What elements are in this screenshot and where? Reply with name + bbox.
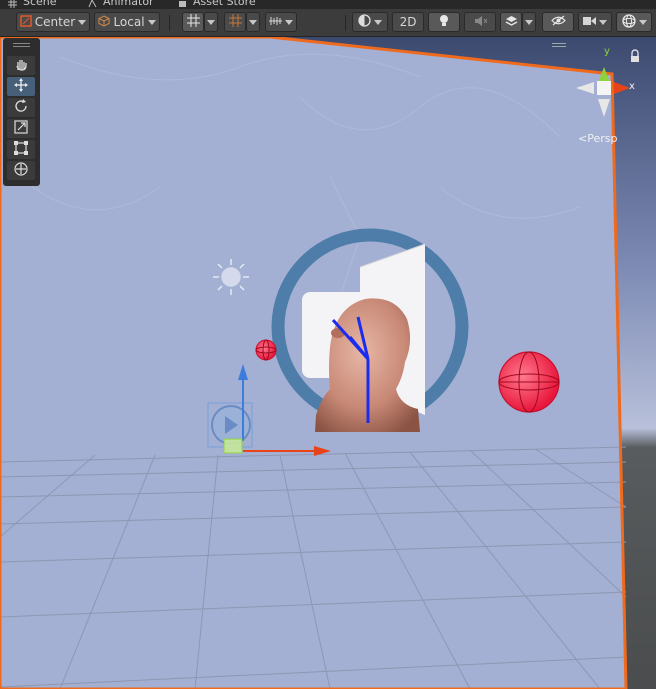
move-icon (14, 77, 28, 96)
effects-layers-icon (505, 15, 518, 30)
rect-tool-button[interactable] (7, 140, 35, 159)
draw-mode-dropdown[interactable] (352, 12, 388, 32)
tab-asset-store[interactable]: Asset Store (178, 0, 256, 8)
grid-snap-icon (186, 14, 200, 30)
directional-light-gizmo (213, 259, 249, 295)
rect-transform-icon (14, 140, 28, 159)
speaker-muted-icon (474, 15, 487, 30)
chevron-down-icon (525, 19, 533, 25)
chevron-down-icon (78, 19, 87, 25)
small-sphere-collider (255, 339, 277, 361)
pivot-icon (20, 14, 32, 30)
scene-viewport[interactable]: y x <Persp (0, 37, 656, 689)
tab-scene-label: Scene (23, 0, 57, 8)
effects-toggle[interactable] (500, 12, 522, 32)
tools-overlay (3, 38, 40, 186)
hand-icon (14, 56, 28, 75)
shaded-sphere-icon (358, 14, 371, 30)
scale-tool-button[interactable] (7, 119, 35, 138)
tab-animator[interactable]: Animator (88, 0, 154, 8)
pivot-mode-dropdown[interactable]: Center (16, 12, 90, 32)
chevron-down-icon (285, 19, 293, 25)
space-mode-dropdown[interactable]: Local (94, 12, 160, 32)
rotate-tool-button[interactable] (7, 98, 35, 117)
increment-snap-button[interactable] (224, 12, 246, 32)
gizmo-sphere-icon (621, 13, 636, 31)
gizmos-dropdown[interactable] (616, 12, 652, 32)
overlay-menu-handle[interactable] (552, 43, 566, 44)
mode-2d-label: 2D (399, 15, 417, 29)
ruler-icon (269, 15, 282, 30)
window-tab-bar: Scene Animator Asset Store (0, 0, 656, 9)
scene-visibility-toggle[interactable] (542, 12, 574, 32)
gizmo-x-label: x (629, 81, 635, 92)
effects-dropdown[interactable] (522, 12, 536, 32)
transform-icon (14, 161, 28, 180)
camera-settings-dropdown[interactable] (578, 12, 612, 32)
gizmo-y-label: y (604, 46, 610, 57)
chevron-down-icon (638, 19, 647, 25)
grid-snap-button[interactable] (182, 12, 204, 32)
grid-snap-dropdown[interactable] (204, 12, 218, 32)
projection-toggle[interactable]: <Persp (578, 132, 617, 145)
pivot-mode-label: Center (34, 15, 76, 29)
scene-toolbar: Center Local 2D (0, 9, 656, 37)
lightbulb-icon (438, 14, 450, 31)
increment-snap-icon (228, 14, 242, 30)
animator-icon (88, 0, 97, 7)
cube-icon (98, 14, 110, 30)
transform-tool-button[interactable] (7, 161, 35, 180)
space-mode-label: Local (113, 15, 145, 29)
tab-scene[interactable]: Scene (8, 0, 57, 8)
chevron-down-icon (374, 19, 382, 25)
store-icon (178, 0, 187, 7)
scale-icon (14, 119, 28, 138)
tab-asset-store-label: Asset Store (193, 0, 256, 8)
large-sphere-collider (498, 351, 560, 413)
chevron-down-icon (599, 19, 607, 25)
lighting-toggle[interactable] (428, 12, 460, 32)
camera-icon (583, 15, 596, 29)
scene-canvas (0, 37, 656, 689)
move-tool-button[interactable] (7, 77, 35, 96)
increment-snap-dropdown[interactable] (246, 12, 260, 32)
mode-2d-button[interactable]: 2D (392, 12, 424, 32)
rotate-icon (14, 98, 28, 117)
tools-drag-handle[interactable] (13, 43, 30, 44)
audio-toggle[interactable] (464, 12, 496, 32)
hand-tool-button[interactable] (7, 56, 35, 75)
tab-animator-label: Animator (103, 0, 154, 8)
chevron-down-icon (147, 19, 156, 25)
hidden-eye-icon (550, 15, 566, 29)
chevron-down-icon (249, 19, 257, 25)
ruler-button[interactable] (265, 12, 297, 32)
projection-label: Persp (587, 132, 618, 145)
grid-icon (8, 0, 17, 8)
chevron-down-icon (207, 19, 215, 25)
